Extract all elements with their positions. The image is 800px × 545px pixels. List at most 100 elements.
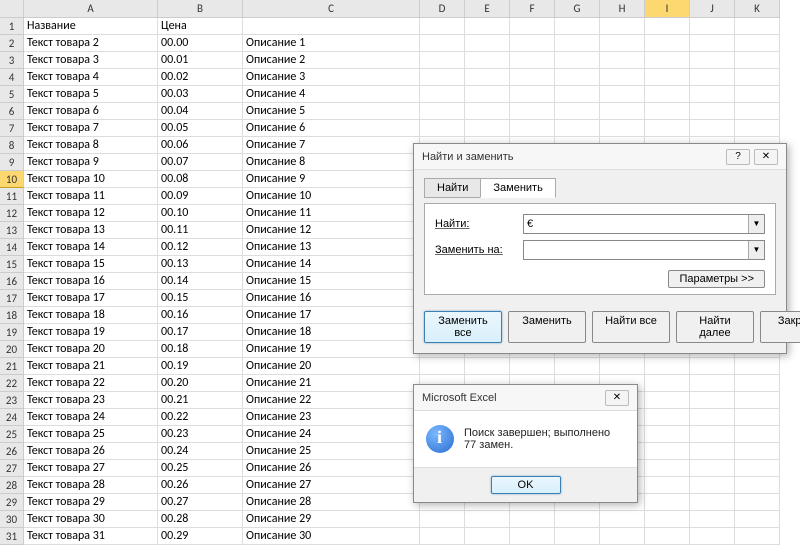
cell[interactable]: 00.19 <box>158 358 243 375</box>
row-header[interactable]: 22 <box>0 375 24 392</box>
cell[interactable]: 00.25 <box>158 460 243 477</box>
cell[interactable] <box>510 511 555 528</box>
row-header[interactable]: 11 <box>0 188 24 205</box>
cell[interactable]: Текст товара 2 <box>24 35 158 52</box>
find-next-button[interactable]: Найти далее <box>676 311 754 343</box>
row-header[interactable]: 8 <box>0 137 24 154</box>
cell[interactable]: Текст товара 26 <box>24 443 158 460</box>
cell[interactable] <box>690 460 735 477</box>
dialog-titlebar[interactable]: Найти и заменить ? ✕ <box>414 144 786 170</box>
cell[interactable]: Текст товара 19 <box>24 324 158 341</box>
cell[interactable]: Описание 12 <box>243 222 420 239</box>
cell[interactable] <box>645 18 690 35</box>
cell[interactable]: Описание 9 <box>243 171 420 188</box>
cell[interactable] <box>735 409 780 426</box>
cell[interactable] <box>735 103 780 120</box>
row-header[interactable]: 4 <box>0 69 24 86</box>
cell[interactable] <box>510 18 555 35</box>
cell[interactable] <box>555 35 600 52</box>
col-header-K[interactable]: K <box>735 0 780 18</box>
cell[interactable]: Описание 25 <box>243 443 420 460</box>
find-all-button[interactable]: Найти все <box>592 311 670 343</box>
cell[interactable]: 00.29 <box>158 528 243 545</box>
cell[interactable] <box>735 35 780 52</box>
row-header[interactable]: 18 <box>0 307 24 324</box>
cell[interactable] <box>690 392 735 409</box>
cell[interactable] <box>735 86 780 103</box>
cell[interactable]: 00.05 <box>158 120 243 137</box>
row-header[interactable]: 24 <box>0 409 24 426</box>
col-header-B[interactable]: B <box>158 0 243 18</box>
cell[interactable]: Текст товара 18 <box>24 307 158 324</box>
cell[interactable]: 00.01 <box>158 52 243 69</box>
cell[interactable]: Описание 4 <box>243 86 420 103</box>
cell[interactable] <box>420 18 465 35</box>
cell[interactable] <box>555 69 600 86</box>
cell[interactable]: 00.14 <box>158 273 243 290</box>
cell[interactable]: 00.10 <box>158 205 243 222</box>
cell[interactable]: Описание 8 <box>243 154 420 171</box>
cell[interactable]: Текст товара 11 <box>24 188 158 205</box>
row-header[interactable]: 19 <box>0 324 24 341</box>
cell[interactable] <box>735 120 780 137</box>
cell[interactable] <box>690 426 735 443</box>
cell[interactable] <box>555 18 600 35</box>
row-header[interactable]: 31 <box>0 528 24 545</box>
cell[interactable] <box>645 392 690 409</box>
cell[interactable]: Описание 24 <box>243 426 420 443</box>
cell[interactable]: Текст товара 6 <box>24 103 158 120</box>
cell[interactable]: Текст товара 24 <box>24 409 158 426</box>
cell[interactable]: 00.02 <box>158 69 243 86</box>
cell[interactable]: Текст товара 21 <box>24 358 158 375</box>
cell[interactable]: Текст товара 28 <box>24 477 158 494</box>
cell[interactable] <box>645 52 690 69</box>
close-dialog-button[interactable]: Закрыть <box>760 311 800 343</box>
cell[interactable] <box>645 511 690 528</box>
cell[interactable]: 00.18 <box>158 341 243 358</box>
cell[interactable]: 00.21 <box>158 392 243 409</box>
row-header[interactable]: 3 <box>0 52 24 69</box>
find-input[interactable]: € ▼ <box>523 214 765 234</box>
cell[interactable] <box>735 477 780 494</box>
cell[interactable] <box>465 18 510 35</box>
cell[interactable] <box>645 103 690 120</box>
cell[interactable] <box>510 103 555 120</box>
cell[interactable] <box>690 511 735 528</box>
cell[interactable]: Описание 1 <box>243 35 420 52</box>
cell[interactable] <box>600 52 645 69</box>
row-header[interactable]: 30 <box>0 511 24 528</box>
col-header-H[interactable]: H <box>600 0 645 18</box>
cell[interactable] <box>645 358 690 375</box>
cell[interactable] <box>465 35 510 52</box>
cell[interactable]: 00.07 <box>158 154 243 171</box>
cell[interactable] <box>645 477 690 494</box>
cell[interactable] <box>465 86 510 103</box>
row-header[interactable]: 27 <box>0 460 24 477</box>
cell[interactable] <box>645 426 690 443</box>
cell[interactable] <box>555 52 600 69</box>
cell[interactable] <box>735 426 780 443</box>
cell[interactable] <box>510 86 555 103</box>
cell[interactable] <box>243 18 420 35</box>
col-header-J[interactable]: J <box>690 0 735 18</box>
row-header[interactable]: 15 <box>0 256 24 273</box>
cell[interactable] <box>420 358 465 375</box>
cell[interactable]: Описание 17 <box>243 307 420 324</box>
cell[interactable]: 00.17 <box>158 324 243 341</box>
cell[interactable] <box>690 86 735 103</box>
cell[interactable]: Текст товара 7 <box>24 120 158 137</box>
cell[interactable]: Описание 2 <box>243 52 420 69</box>
cell[interactable]: Текст товара 9 <box>24 154 158 171</box>
cell[interactable]: Описание 19 <box>243 341 420 358</box>
cell[interactable]: Описание 14 <box>243 256 420 273</box>
cell[interactable] <box>420 103 465 120</box>
cell[interactable]: Описание 7 <box>243 137 420 154</box>
cell[interactable]: Текст товара 25 <box>24 426 158 443</box>
row-header[interactable]: 26 <box>0 443 24 460</box>
cell[interactable]: Текст товара 15 <box>24 256 158 273</box>
cell[interactable] <box>510 52 555 69</box>
cell[interactable] <box>555 86 600 103</box>
cell[interactable] <box>735 460 780 477</box>
tab-replace[interactable]: Заменить <box>480 178 555 198</box>
cell[interactable]: Описание 23 <box>243 409 420 426</box>
